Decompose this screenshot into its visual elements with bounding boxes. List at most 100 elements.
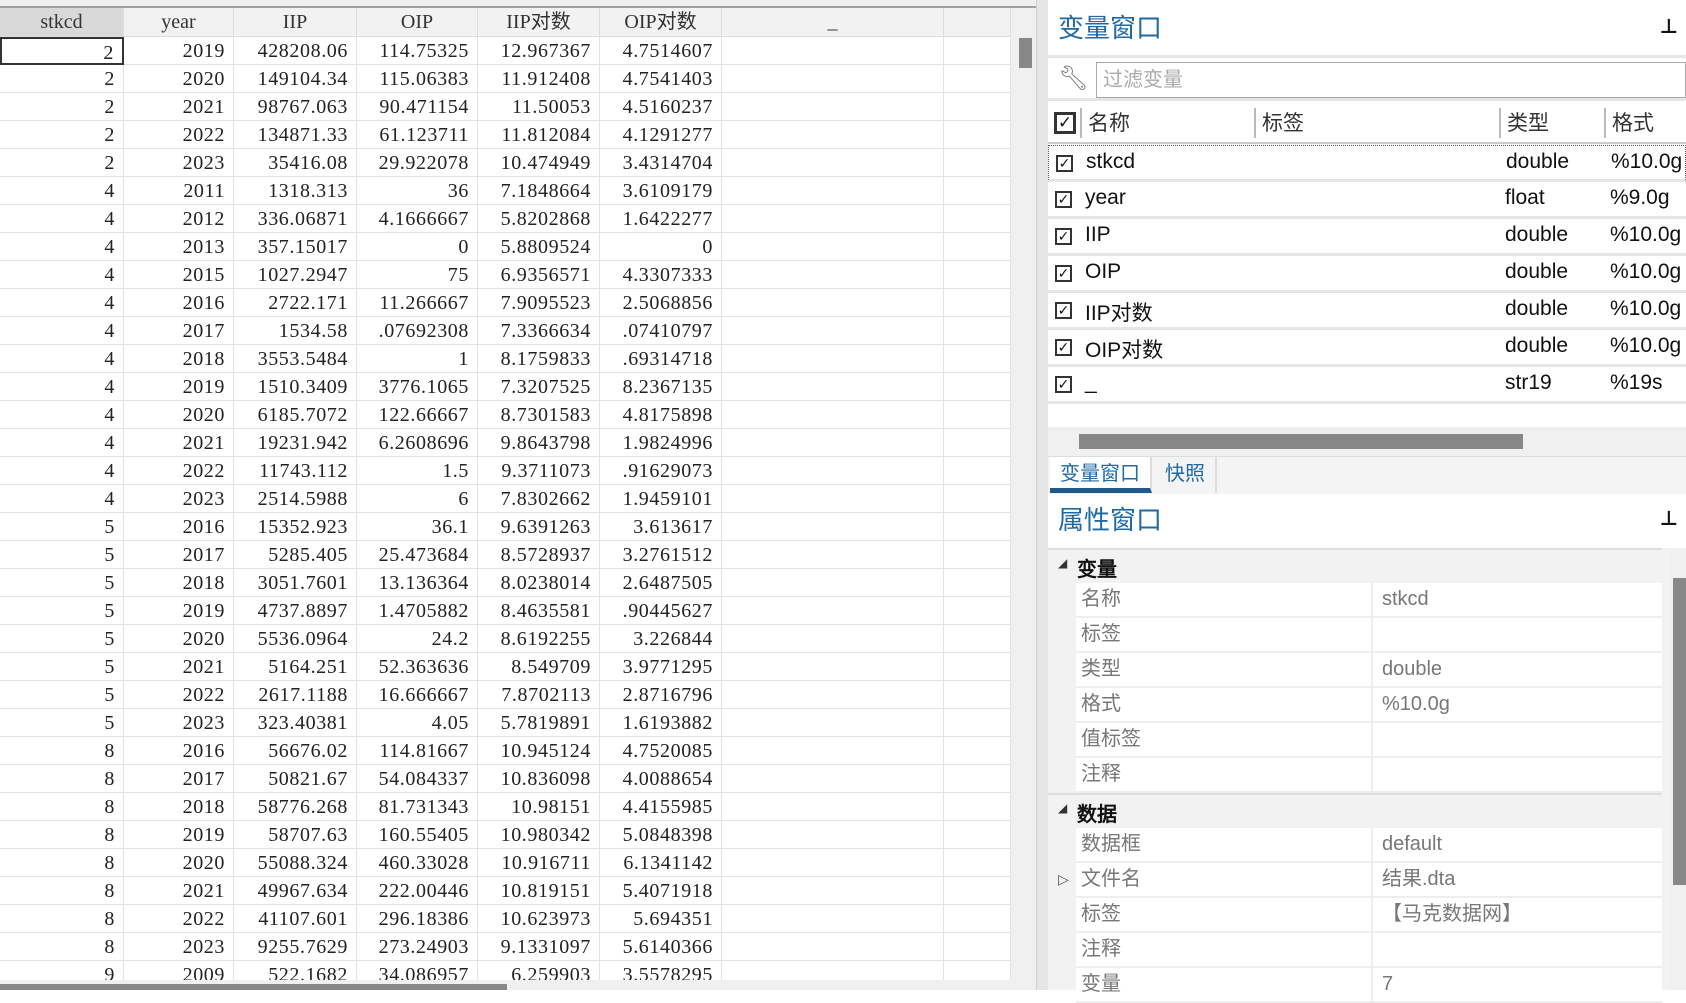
table-cell[interactable]: 36 <box>357 177 478 205</box>
table-cell[interactable]: 24.2 <box>357 625 478 653</box>
table-cell[interactable]: 5 <box>0 513 124 541</box>
variable-row[interactable]: ✓ OIP对数 double %10.0g <box>1048 330 1686 367</box>
table-cell[interactable]: 2018 <box>124 345 234 373</box>
table-cell[interactable]: 7.8302662 <box>478 485 600 513</box>
table-cell[interactable]: 357.15017 <box>234 233 357 261</box>
table-cell[interactable]: 2722.171 <box>234 289 357 317</box>
header-name[interactable]: 名称 <box>1088 108 1130 140</box>
table-cell[interactable]: 3.5578295 <box>600 961 722 980</box>
table-cell[interactable]: 25.473684 <box>357 541 478 569</box>
table-cell[interactable] <box>944 541 1011 569</box>
property-row[interactable]: 变量 7 <box>1076 968 1662 1003</box>
table-cell[interactable]: 10.916711 <box>478 849 600 877</box>
table-cell[interactable]: 10.819151 <box>478 877 600 905</box>
table-cell[interactable]: 6.9356571 <box>478 261 600 289</box>
table-cell[interactable]: 9.3711073 <box>478 457 600 485</box>
table-cell[interactable]: 10.474949 <box>478 149 600 177</box>
table-cell[interactable]: 2019 <box>124 37 234 65</box>
table-cell[interactable]: 8.2367135 <box>600 373 722 401</box>
table-cell[interactable]: 29.922078 <box>357 149 478 177</box>
property-row[interactable]: 标签 【马克数据网】 <box>1076 898 1662 933</box>
table-cell[interactable]: 50821.67 <box>234 765 357 793</box>
table-cell[interactable]: 8.7301583 <box>478 401 600 429</box>
table-cell[interactable]: 2023 <box>124 709 234 737</box>
table-cell[interactable]: 56676.02 <box>234 737 357 765</box>
table-cell[interactable]: 5.7819891 <box>478 709 600 737</box>
table-cell[interactable]: 9255.7629 <box>234 933 357 961</box>
table-cell[interactable]: 3776.1065 <box>357 373 478 401</box>
table-cell[interactable] <box>722 261 944 289</box>
table-cell[interactable] <box>722 345 944 373</box>
table-cell[interactable] <box>944 233 1011 261</box>
table-cell[interactable]: 4.4155985 <box>600 793 722 821</box>
table-cell[interactable]: 2018 <box>124 793 234 821</box>
table-cell[interactable] <box>944 485 1011 513</box>
table-cell[interactable]: 2020 <box>124 625 234 653</box>
table-cell[interactable]: 2012 <box>124 205 234 233</box>
table-cell[interactable]: 4.05 <box>357 709 478 737</box>
pin-icon[interactable]: ⊥ <box>1660 506 1678 531</box>
table-cell[interactable]: 2019 <box>124 821 234 849</box>
table-cell[interactable]: 3051.7601 <box>234 569 357 597</box>
table-cell[interactable]: 114.81667 <box>357 737 478 765</box>
table-cell[interactable]: 4.1291277 <box>600 121 722 149</box>
table-cell[interactable]: 11743.112 <box>234 457 357 485</box>
variable-row[interactable]: ✓ _ str19 %19s <box>1048 367 1686 404</box>
table-cell[interactable]: 2016 <box>124 289 234 317</box>
property-row[interactable]: 类型 double <box>1076 653 1662 688</box>
table-cell[interactable]: .69314718 <box>600 345 722 373</box>
table-cell[interactable]: 4 <box>0 457 124 485</box>
table-cell[interactable]: 36.1 <box>357 513 478 541</box>
column-header[interactable]: OIP对数 <box>600 8 722 37</box>
header-format[interactable]: 格式 <box>1612 108 1654 140</box>
grid-horizontal-scroll-thumb[interactable] <box>0 984 507 990</box>
table-cell[interactable]: 10.945124 <box>478 737 600 765</box>
table-cell[interactable]: 2018 <box>124 569 234 597</box>
table-cell[interactable]: 5164.251 <box>234 653 357 681</box>
table-cell[interactable]: 4 <box>0 289 124 317</box>
variable-row[interactable]: ✓ IIP double %10.0g <box>1048 219 1686 256</box>
table-cell[interactable]: 2022 <box>124 457 234 485</box>
table-cell[interactable] <box>722 289 944 317</box>
table-cell[interactable]: .90445627 <box>600 597 722 625</box>
table-cell[interactable]: 2019 <box>124 373 234 401</box>
table-cell[interactable]: 4 <box>0 345 124 373</box>
table-cell[interactable]: 58776.268 <box>234 793 357 821</box>
table-cell[interactable]: 8 <box>0 793 124 821</box>
table-cell[interactable]: 6 <box>357 485 478 513</box>
table-cell[interactable]: 8 <box>0 821 124 849</box>
variable-checkbox[interactable]: ✓ <box>1055 302 1072 319</box>
table-cell[interactable]: 5 <box>0 653 124 681</box>
table-cell[interactable] <box>944 877 1011 905</box>
table-cell[interactable] <box>944 513 1011 541</box>
property-row[interactable]: 注释 <box>1076 758 1662 793</box>
table-cell[interactable]: 2019 <box>124 597 234 625</box>
table-cell[interactable]: 41107.601 <box>234 905 357 933</box>
table-cell[interactable] <box>722 597 944 625</box>
table-cell[interactable] <box>944 93 1011 121</box>
table-cell[interactable]: 5.694351 <box>600 905 722 933</box>
table-cell[interactable]: 2 <box>0 93 124 121</box>
table-cell[interactable] <box>944 457 1011 485</box>
table-cell[interactable] <box>722 821 944 849</box>
table-cell[interactable]: 8.549709 <box>478 653 600 681</box>
table-cell[interactable]: 5 <box>0 597 124 625</box>
table-cell[interactable]: 2.6487505 <box>600 569 722 597</box>
table-cell[interactable]: 296.18386 <box>357 905 478 933</box>
table-cell[interactable]: 8.5728937 <box>478 541 600 569</box>
table-cell[interactable]: 2017 <box>124 765 234 793</box>
table-cell[interactable]: 8.0238014 <box>478 569 600 597</box>
table-cell[interactable] <box>722 233 944 261</box>
table-cell[interactable]: 5 <box>0 681 124 709</box>
table-cell[interactable]: 7.3366634 <box>478 317 600 345</box>
table-cell[interactable]: 5285.405 <box>234 541 357 569</box>
table-cell[interactable] <box>722 93 944 121</box>
table-cell[interactable]: 4.7520085 <box>600 737 722 765</box>
table-cell[interactable]: 2021 <box>124 93 234 121</box>
table-cell[interactable]: 6185.7072 <box>234 401 357 429</box>
table-cell[interactable]: 4 <box>0 233 124 261</box>
table-cell[interactable] <box>722 933 944 961</box>
property-group[interactable]: ◢ 变量 <box>1048 548 1662 583</box>
variable-row[interactable]: ✓ IIP对数 double %10.0g <box>1048 293 1686 330</box>
table-cell[interactable]: 2 <box>0 65 124 93</box>
